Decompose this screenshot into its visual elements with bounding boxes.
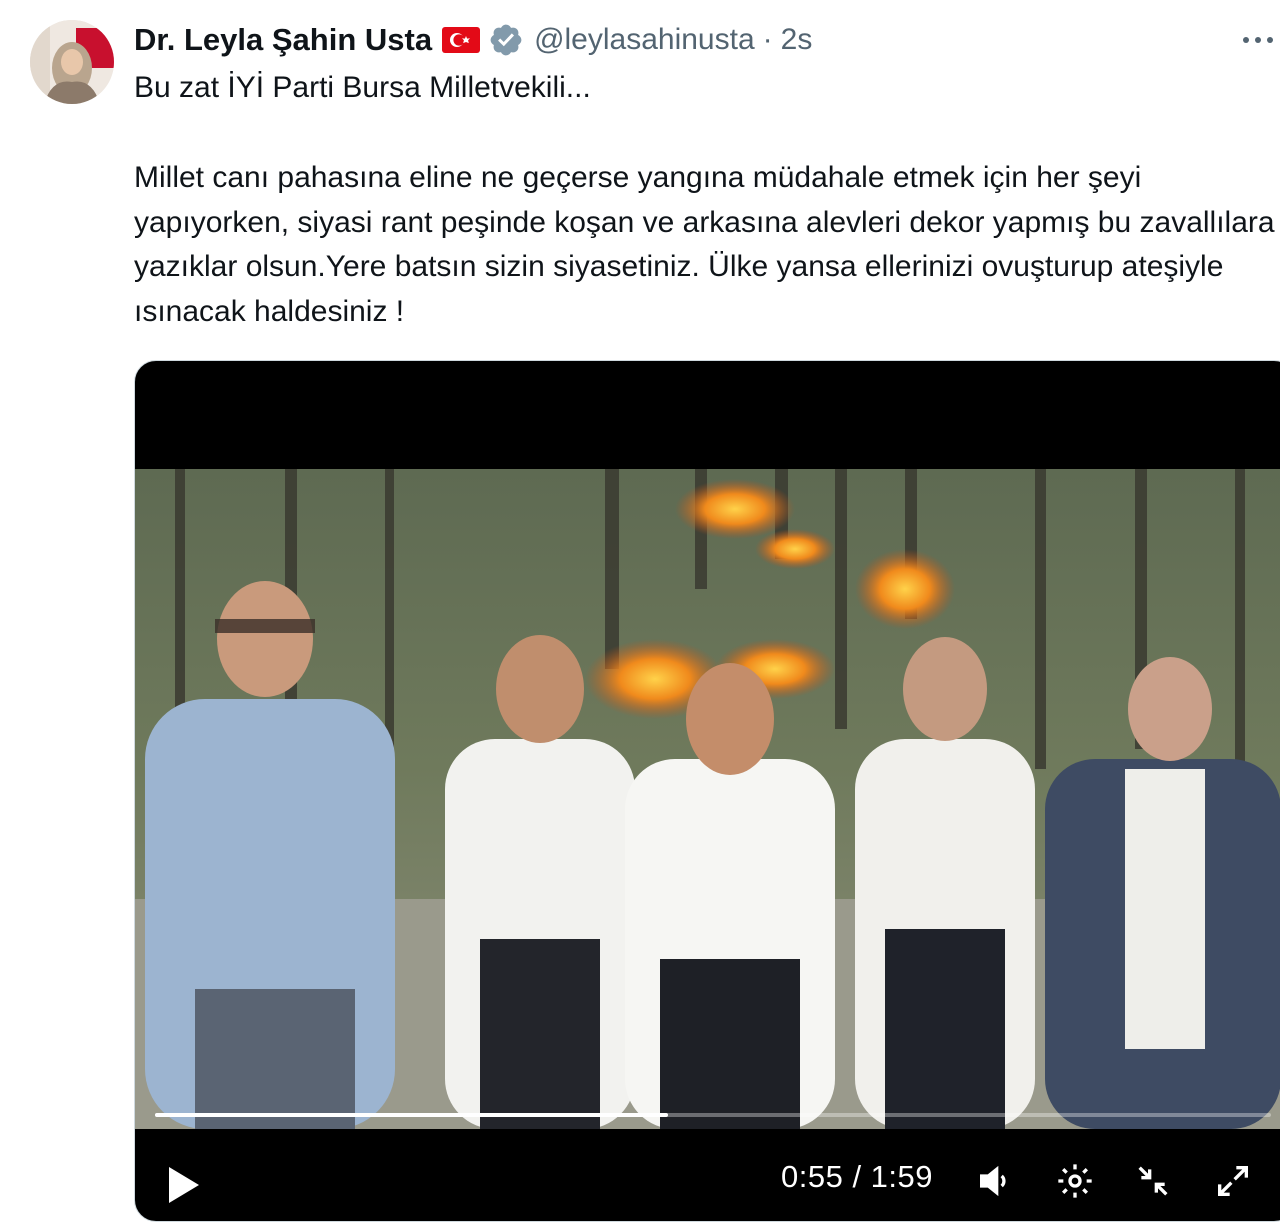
separator-dot: · — [762, 23, 773, 56]
tweet-timestamp[interactable]: 2s — [781, 23, 813, 57]
author-name[interactable]: Dr. Leyla Şahin Usta — [134, 22, 432, 58]
avatar[interactable] — [30, 20, 114, 104]
more-options-icon[interactable] — [1238, 24, 1278, 54]
tweet[interactable]: Dr. Leyla Şahin Usta @leylasahinusta · 2… — [0, 0, 1280, 1222]
tweet-text-first-line: Bu zat İYİ Parti Bursa Milletvekili... — [134, 71, 591, 104]
tweet-header: Dr. Leyla Şahin Usta @leylasahinusta · 2… — [134, 18, 812, 62]
play-icon[interactable] — [165, 1165, 201, 1205]
video-player[interactable]: 0:55 / 1:59 — [134, 360, 1280, 1222]
turkey-flag-icon — [442, 27, 481, 53]
video-progress-fill — [155, 1113, 669, 1117]
minimize-icon[interactable] — [1133, 1161, 1173, 1201]
volume-icon[interactable] — [975, 1161, 1015, 1201]
video-time-display: 0:55 / 1:59 — [781, 1159, 934, 1194]
tweet-text-body: Millet canı pahasına eline ne geçerse ya… — [134, 161, 1275, 328]
avatar-image — [30, 20, 114, 104]
author-handle[interactable]: @leylasahinusta — [534, 23, 755, 57]
video-frame[interactable] — [135, 469, 1280, 1129]
fullscreen-icon[interactable] — [1213, 1161, 1253, 1201]
video-progress-bar[interactable] — [155, 1113, 1271, 1117]
settings-icon[interactable] — [1055, 1161, 1095, 1201]
verified-badge-icon[interactable] — [488, 22, 524, 58]
video-controls: 0:55 / 1:59 — [135, 1129, 1280, 1221]
